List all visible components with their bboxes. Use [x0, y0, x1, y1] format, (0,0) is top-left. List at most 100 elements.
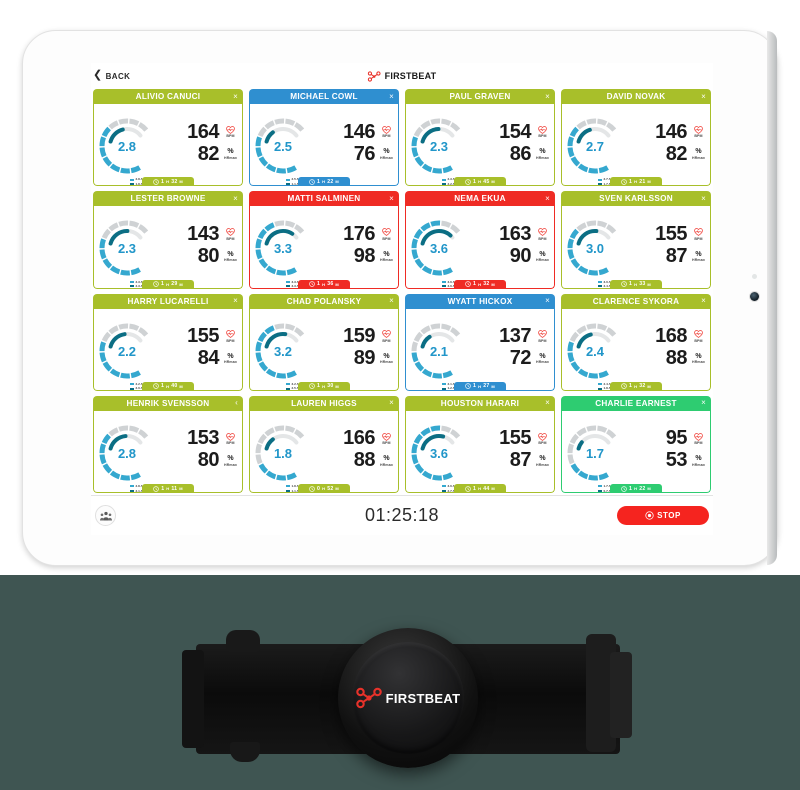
back-button[interactable]: ❮ BACK	[91, 70, 130, 82]
heart-rate-icon	[694, 432, 703, 441]
duration-badge: 1 H 32 M	[610, 381, 662, 391]
stop-button[interactable]: STOP	[617, 506, 709, 525]
clock-icon	[465, 281, 471, 287]
athlete-card[interactable]: HOUSTON HARARI×3.63.6 AEROBIC2.7 ANAEROB…	[405, 395, 555, 493]
duration-hours: 1	[629, 281, 633, 287]
athlete-card[interactable]: LESTER BROWNE×2.32.3 AEROBIC2.3 ANAEROBI…	[93, 191, 243, 289]
close-icon[interactable]: ×	[389, 399, 394, 407]
close-icon[interactable]: ×	[233, 297, 238, 305]
close-icon[interactable]: ×	[701, 92, 706, 101]
athlete-card-header: MATTI SALMINEN ×	[249, 191, 399, 207]
screenshot-root: ❮ BACK FIRSTBEAT ALIVIO CANUCI × 2.8 2.8…	[0, 0, 800, 790]
hrmax-unit-label: HRmax	[536, 155, 549, 160]
athlete-card[interactable]: LAUREN HIGGS×1.81.8 AEROBIC1.1 ANAEROBIC…	[249, 395, 399, 493]
athlete-card-body: 3.33.3 AEROBIC3.3 ANAEROBIC176BPM98%HRma…	[249, 206, 399, 289]
legend-swatch-aerobic	[442, 383, 446, 386]
heart-rate-unit-label: BPM	[694, 134, 703, 139]
heart-rate-icon	[226, 432, 235, 441]
training-effect-value: 2.4	[585, 343, 605, 359]
athlete-card[interactable]: CHAD POLANSKY×3.23.2 AEROBIC2.5 ANAEROBI…	[249, 293, 399, 391]
heart-rate-icon	[694, 330, 703, 339]
athlete-card[interactable]: HARRY LUCARELLI×2.22.2 AEROBIC2.0 ANAERO…	[93, 293, 243, 391]
athlete-card[interactable]: PAUL GRAVEN×2.32.3 AEROBIC2.2 ANAEROBIC1…	[405, 89, 555, 187]
heart-rate-icon	[538, 228, 547, 236]
athlete-card[interactable]: DAVID NOVAK×2.72.7 AEROBIC1.7 ANAEROBIC1…	[561, 89, 711, 187]
close-icon[interactable]: ×	[701, 297, 706, 305]
close-icon[interactable]: ×	[233, 92, 238, 101]
clock-icon	[465, 485, 471, 492]
training-effect-gauge: 2.8	[97, 116, 157, 176]
athlete-card[interactable]: HENRIK SVENSSON‹2.82.8 AEROBIC2.1 ANAERO…	[93, 395, 243, 493]
metrics-block: 137 BPM 72% HRmax	[469, 326, 550, 375]
hrmax-unit: % HRmax	[691, 455, 706, 467]
close-icon[interactable]: ×	[701, 399, 706, 407]
duration-hours: 1	[317, 383, 321, 390]
clock-icon	[465, 178, 471, 185]
hrmax-unit: % HRmax	[379, 148, 394, 160]
heart-rate-unit: BPM	[535, 228, 550, 241]
duration-hours: 1	[317, 178, 321, 185]
percent-icon: %	[227, 148, 234, 156]
sensor-dot	[752, 274, 757, 279]
close-icon[interactable]: ×	[389, 297, 394, 305]
duration-hours-unit: H	[634, 486, 638, 491]
belt-brand: FIRSTBEAT	[355, 687, 461, 709]
duration-hours-unit: H	[322, 179, 326, 185]
heart-rate-unit-label: BPM	[382, 441, 391, 446]
duration-minutes-unit: M	[647, 486, 651, 491]
hrmax-unit: % HRmax	[535, 353, 550, 365]
hrmax-unit: % HRmax	[691, 353, 706, 365]
close-icon[interactable]: ×	[545, 399, 550, 407]
heart-rate-row: 153 BPM	[159, 428, 238, 449]
duration-hours-unit: H	[322, 281, 326, 287]
heart-rate-unit: BPM	[691, 126, 706, 139]
athlete-name: PAUL GRAVEN	[449, 92, 511, 101]
heart-rate-row: 155 BPM	[159, 326, 238, 347]
hrmax-unit: % HRmax	[379, 251, 394, 263]
close-icon[interactable]: ×	[389, 194, 394, 203]
athlete-name: HARRY LUCARELLI	[127, 296, 209, 306]
close-icon[interactable]: ×	[233, 194, 238, 203]
athlete-card-header: CLARENCE SYKORA ×	[561, 293, 711, 309]
close-icon[interactable]: ×	[701, 194, 706, 203]
duration-badge: 1 H 27 M	[454, 381, 506, 391]
athlete-card[interactable]: WYATT HICKOX×2.12.1 AEROBIC1.2 ANAEROBIC…	[405, 293, 555, 391]
training-effect-value: 3.0	[585, 241, 605, 257]
close-icon[interactable]: ×	[545, 194, 550, 203]
percent-icon: %	[539, 352, 546, 360]
heart-rate-icon	[538, 330, 547, 339]
duration-minutes: 44	[483, 485, 490, 492]
athlete-card-body: 1.81.8 AEROBIC1.1 ANAEROBIC166BPM88%HRma…	[249, 410, 399, 493]
heart-rate-unit: BPM	[535, 126, 550, 138]
athlete-card[interactable]: MICHAEL COWL×2.52.5 AEROBIC1.1 ANAEROBIC…	[249, 89, 399, 187]
hrmax-value: 84	[197, 347, 220, 370]
hrmax-unit-label: HRmax	[692, 360, 705, 365]
athlete-card[interactable]: NEMA EKUA×3.63.6 AEROBIC3.6 ANAEROBIC163…	[405, 191, 555, 289]
athlete-card[interactable]: CHARLIE EARNEST×1.71.7 AEROBIC0.7 ANAERO…	[561, 395, 711, 493]
athlete-card-header: CHARLIE EARNEST ×	[561, 395, 711, 411]
athlete-card[interactable]: CLARENCE SYKORA×2.42.4 AEROBIC1.8 ANAERO…	[561, 293, 711, 391]
hrmax-row: 82% HRmax	[159, 143, 238, 165]
hrmax-row: 87% HRmax	[627, 244, 706, 267]
athlete-card[interactable]: MATTI SALMINEN×3.33.3 AEROBIC3.3 ANAEROB…	[249, 191, 399, 289]
duration-minutes: 32	[483, 281, 490, 287]
hrmax-value: 88	[353, 449, 376, 472]
legend-swatch-aerobic	[130, 178, 134, 181]
duration-hours: 1	[473, 383, 477, 390]
collapse-icon[interactable]: ‹	[235, 399, 238, 407]
athlete-card-body: 1.71.7 AEROBIC0.7 ANAEROBIC95BPM53%HRmax…	[561, 410, 711, 493]
metrics-block: 176 BPM 98% HRmax	[313, 223, 394, 273]
hrmax-unit: % HRmax	[379, 353, 394, 365]
close-icon[interactable]: ×	[545, 92, 550, 101]
close-icon[interactable]: ×	[389, 92, 394, 101]
training-effect-value: 2.3	[117, 241, 137, 257]
athlete-card-header: CHAD POLANSKY ×	[249, 293, 399, 309]
hrmax-value: 87	[665, 244, 688, 267]
athlete-card[interactable]: SVEN KARLSSON×3.03.0 AEROBIC2.4 ANAEROBI…	[561, 191, 711, 289]
duration-hours: 1	[317, 281, 321, 287]
hrmax-unit: % HRmax	[535, 251, 550, 263]
group-button[interactable]	[95, 505, 116, 526]
clock-icon	[153, 485, 159, 492]
athlete-card[interactable]: ALIVIO CANUCI×2.82.8 AEROBIC1.8 ANAEROBI…	[93, 89, 243, 187]
close-icon[interactable]: ×	[545, 297, 550, 305]
